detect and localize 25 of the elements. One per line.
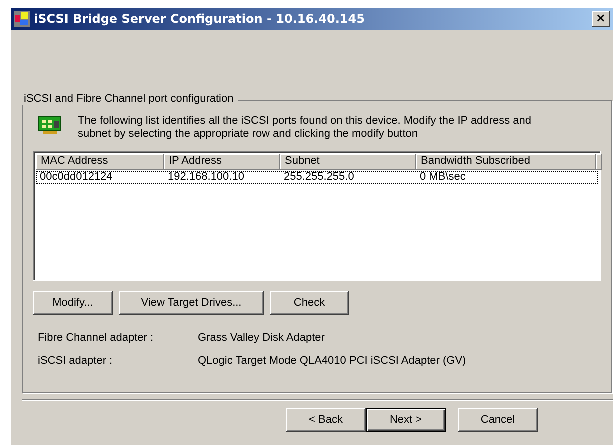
field-label: Fibre Channel adapter : (38, 332, 155, 344)
network-card-icon (38, 115, 64, 135)
table-cell-text: 00c0dd012124 (39, 171, 114, 184)
wizard-button[interactable]: Next > (366, 408, 446, 432)
table-cell-text: 192.168.100.10 (167, 171, 246, 184)
wizard-button[interactable]: < Back (286, 408, 366, 432)
field-value: QLogic Target Mode QLA4010 PCI iSCSI Adapter (GV) (198, 355, 468, 367)
window-title: iSCSI Bridge Server Configuration - 10.16.40.145 (34, 12, 366, 26)
group-title: iSCSI and Fibre Channel port configuration (22, 93, 238, 105)
table-row[interactable]: 00c0dd012124 192.168.100.10 255.255.255.0 0 MB\sec (36, 171, 598, 184)
wizard-button[interactable]: Cancel (458, 408, 538, 432)
column-header[interactable]: IP Address (164, 154, 280, 170)
description-text: The following list identifies all the iSCSI ports found on this device. Modify the IP address and subnet by selecting the appropriate row and clicking the modify button (78, 115, 532, 141)
app-icon (14, 11, 30, 27)
column-header[interactable]: Bandwidth Subscribed (416, 154, 596, 170)
action-button[interactable]: Modify... (33, 291, 113, 315)
field-value: Grass Valley Disk Adapter (198, 332, 326, 344)
field-label: iSCSI adapter : (38, 355, 114, 367)
column-header[interactable]: MAC Address (36, 154, 164, 170)
table-cell-text: 0 MB\sec (419, 171, 467, 184)
action-button[interactable]: View Target Drives... (119, 291, 264, 315)
close-button[interactable]: × (592, 11, 610, 27)
action-button[interactable]: Check (270, 291, 349, 315)
table-cell-text: 255.255.255.0 (283, 171, 356, 184)
column-header[interactable]: Subnet (280, 154, 416, 170)
